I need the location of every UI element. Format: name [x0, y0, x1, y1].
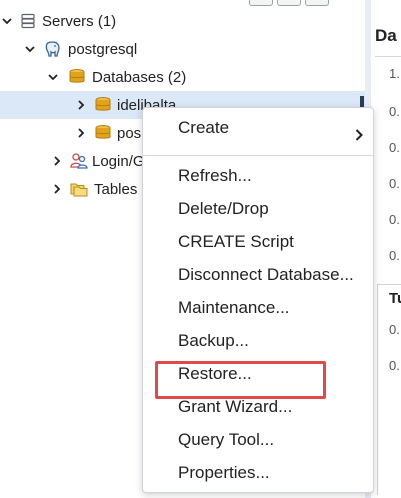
menu-item-label: Delete/Drop [178, 199, 269, 218]
chevron-right-icon[interactable] [74, 98, 88, 112]
panel-value: 0. [389, 176, 400, 191]
menu-item-label: CREATE Script [178, 232, 294, 251]
chevron-right-icon [355, 126, 363, 146]
panel-value: 0. [389, 358, 400, 373]
menu-item-label: Create [178, 118, 230, 137]
panel-title: Da [375, 26, 397, 45]
tablespaces-folder-icon [70, 180, 88, 198]
tree-row-server[interactable]: postgresql [0, 35, 365, 63]
menu-item-label: Disconnect Database... [178, 265, 354, 284]
database-icon [94, 124, 112, 142]
database-label: pos [117, 124, 142, 142]
chevron-down-icon[interactable] [0, 14, 14, 28]
panel-value: 0. [389, 322, 400, 337]
panel-value: 0. [389, 248, 400, 263]
menu-item-refresh[interactable]: Refresh... [143, 161, 373, 191]
menu-item-create[interactable]: Create [143, 113, 373, 143]
menu-item-backup[interactable]: Backup... [143, 326, 373, 356]
context-menu: Create Refresh... Delete/Drop CREATE Scr… [142, 107, 374, 493]
menu-item-label: Grant Wizard... [178, 397, 293, 416]
menu-item-properties[interactable]: Properties... [143, 458, 373, 488]
panel-value: 0. [389, 104, 400, 119]
tree-row-databases[interactable]: Databases (2) [0, 63, 365, 91]
menu-item-label: Maintenance... [178, 298, 290, 317]
postgres-elephant-icon [44, 40, 62, 58]
menu-item-label: Properties... [178, 463, 270, 482]
menu-item-maintenance[interactable]: Maintenance... [143, 293, 373, 323]
toolbar-button-1[interactable] [249, 0, 273, 6]
panel-section [377, 284, 401, 495]
menu-item-disconnect-database[interactable]: Disconnect Database... [143, 260, 373, 290]
chevron-right-icon[interactable] [50, 182, 64, 196]
panel-value: 1. [389, 66, 400, 81]
menu-separator [143, 155, 373, 156]
toolbar-button-3[interactable] [305, 0, 329, 6]
menu-item-delete-drop[interactable]: Delete/Drop [143, 194, 373, 224]
panel-section-title: Tu [389, 290, 401, 307]
menu-item-restore[interactable]: Restore... [143, 359, 373, 389]
toolbar-button-2[interactable] [277, 0, 301, 6]
tablespaces-label: Tables [94, 180, 138, 198]
menu-item-query-tool[interactable]: Query Tool... [143, 425, 373, 455]
database-stack-icon [68, 68, 86, 86]
menu-item-label: Backup... [178, 331, 249, 350]
chevron-down-icon[interactable] [23, 42, 37, 56]
menu-item-label: Query Tool... [178, 430, 275, 449]
tree-row-servers[interactable]: Servers (1) [0, 7, 365, 35]
menu-item-label: Restore... [178, 364, 252, 383]
database-icon [94, 96, 112, 114]
login-roles-label: Login/G [92, 152, 145, 170]
login-group-roles-icon [70, 152, 88, 170]
databases-label: Databases (2) [92, 68, 187, 86]
chevron-down-icon[interactable] [46, 70, 60, 84]
servers-label: Servers (1) [42, 12, 117, 30]
server-label: postgresql [68, 40, 138, 58]
menu-item-create-script[interactable]: CREATE Script [143, 227, 373, 257]
toolbar-stubs [249, 0, 329, 6]
panel-value: 0. [389, 212, 400, 227]
panel-divider [375, 56, 401, 57]
chevron-right-icon[interactable] [50, 154, 64, 168]
menu-item-label: Refresh... [178, 166, 252, 185]
panel-value: 0. [389, 140, 400, 155]
chevron-right-icon[interactable] [74, 126, 88, 140]
menu-item-grant-wizard[interactable]: Grant Wizard... [143, 392, 373, 422]
server-group-icon [19, 12, 37, 30]
